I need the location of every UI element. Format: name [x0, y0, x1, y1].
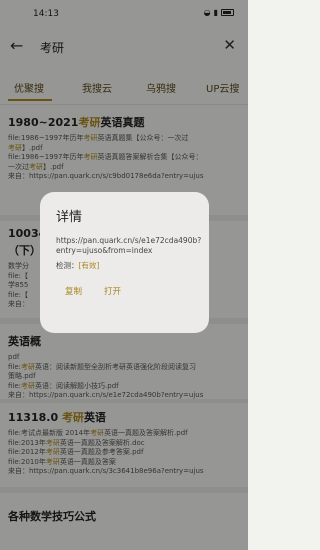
- dialog-title: 详情: [56, 210, 83, 225]
- open-button[interactable]: 打开: [104, 285, 121, 297]
- dialog-url: https://pan.quark.cn/s/e1e72cda490b?entr…: [56, 236, 202, 255]
- dialog-actions: 复制 打开: [56, 285, 193, 297]
- valid-badge: [有效]: [78, 261, 100, 270]
- copy-button[interactable]: 复制: [65, 285, 82, 297]
- dialog-check-status: 检测：[有效]: [56, 261, 100, 270]
- details-dialog: 详情 https://pan.quark.cn/s/e1e72cda490b?e…: [40, 192, 209, 333]
